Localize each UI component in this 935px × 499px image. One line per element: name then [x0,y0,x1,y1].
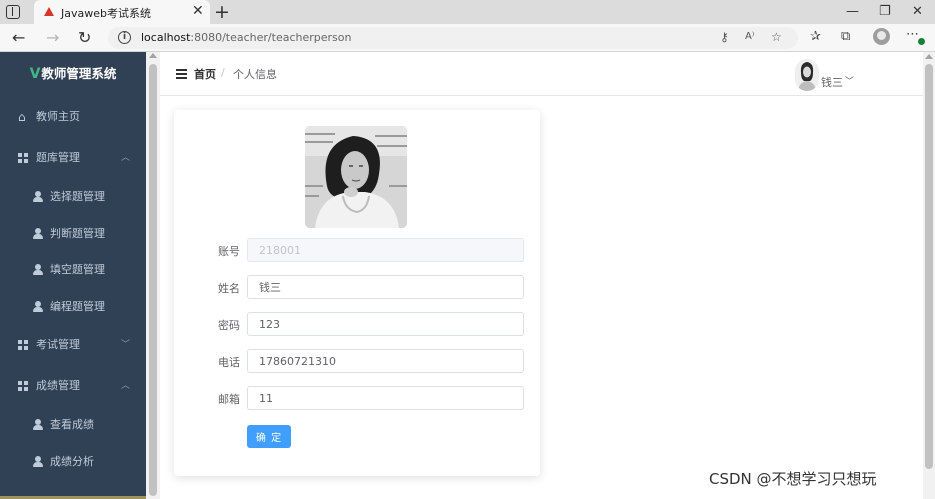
phone-label: 电话 [218,356,240,369]
favorite-star-icon[interactable]: ☆ [771,30,782,44]
sidebar-item-choice-questions[interactable]: 选择题管理 [0,179,146,215]
minimize-button[interactable]: — [846,2,859,22]
scroll-up-arrow-icon[interactable] [149,53,157,58]
sidebar-item-programming-questions[interactable]: 编程题管理 [0,289,146,325]
browser-tabstrip: Javaweb考试系统 ✕ + — ❐ ✕ [0,0,935,24]
breadcrumb-current: 个人信息 [233,68,277,81]
maximize-button[interactable]: ❐ [879,2,891,22]
sidebar-item-label: 教师主页 [36,110,80,123]
sidebar: V教师管理系统 ⌂ 教师主页 题库管理 ︿ 选择题管理 判断题管理 填空题管理 … [0,52,146,499]
browser-tab[interactable]: Javaweb考试系统 ✕ [34,0,210,24]
address-bar: ← → ↻ i localhost:8080/teacher/teacherpe… [0,24,935,52]
watermark: CSDN @不想学习只想玩 [709,470,877,488]
chevron-up-icon: ︿ [121,381,131,391]
avatar[interactable] [795,59,819,91]
window-menu-icon[interactable] [6,5,20,19]
main-content: 首页 / 个人信息 钱三 ﹀ 账号 218001 姓名 钱三 密码 123 电话… [160,52,923,499]
email-label: 邮箱 [218,393,240,406]
sidebar-item-label: 成绩分析 [50,455,94,468]
brand-title: 教师管理系统 [41,66,117,81]
sidebar-item-label: 填空题管理 [50,263,105,276]
phone-field[interactable] [247,349,524,373]
profile-card: 账号 姓名 密码 电话 邮箱 确 定 [174,110,540,476]
info-icon[interactable]: i [118,31,131,44]
hamburger-icon[interactable] [176,69,187,79]
scroll-up-arrow-icon[interactable] [925,54,933,59]
favorites-icon[interactable]: ✰ [810,29,821,44]
sidebar-item-label: 编程题管理 [50,300,105,313]
password-field[interactable] [247,312,524,336]
chevron-up-icon: ︿ [121,153,131,163]
favicon-icon [44,7,54,16]
name-field[interactable] [247,275,524,299]
sidebar-item-teacher-home[interactable]: ⌂ 教师主页 [0,99,146,135]
name-label: 姓名 [218,282,240,295]
close-window-button[interactable]: ✕ [912,2,923,22]
grid-icon [18,153,28,163]
chevron-down-icon: ﹀ [121,340,131,350]
account-field [247,238,524,262]
url-input[interactable]: i localhost:8080/teacher/teacherperson ⚷… [108,27,798,49]
sidebar-scrollbar[interactable] [146,52,160,499]
scrollbar-thumb[interactable] [149,64,157,496]
user-icon [33,419,43,431]
grid-icon [18,381,28,391]
sidebar-item-label: 查看成绩 [50,418,94,431]
url-text: localhost:8080/teacher/teacherperson [141,31,352,44]
page-scrollbar[interactable] [923,52,935,499]
new-tab-button[interactable]: + [214,0,230,24]
app-root: V教师管理系统 ⌂ 教师主页 题库管理 ︿ 选择题管理 判断题管理 填空题管理 … [0,52,935,499]
sidebar-item-label: 成绩管理 [36,379,80,392]
confirm-button[interactable]: 确 定 [247,425,291,448]
user-icon [33,264,43,276]
user-icon [33,456,43,468]
tab-close-icon[interactable]: ✕ [192,3,204,19]
sidebar-item-label: 选择题管理 [50,190,105,203]
vue-logo-icon: V [29,66,41,82]
key-icon[interactable]: ⚷ [720,30,729,44]
extension-badge-icon [918,38,925,45]
collections-icon[interactable]: ⧉ [841,29,850,44]
sidebar-item-label: 考试管理 [36,338,80,351]
user-name[interactable]: 钱三 [821,74,843,90]
sidebar-brand[interactable]: V教师管理系统 [0,60,146,88]
user-icon [33,228,43,240]
sidebar-item-label: 判断题管理 [50,227,105,240]
sidebar-item-view-scores[interactable]: 查看成绩 [0,407,146,443]
email-field[interactable] [247,386,524,410]
forward-icon[interactable]: → [46,27,59,49]
read-aloud-icon[interactable]: A⁾ [745,31,754,42]
password-label: 密码 [218,319,240,332]
chevron-down-icon[interactable]: ﹀ [845,74,854,87]
tab-title: Javaweb考试系统 [61,7,151,20]
profile-avatar[interactable] [873,28,890,45]
sidebar-group-exam-management[interactable]: 考试管理 ﹀ [0,327,146,363]
breadcrumb-home[interactable]: 首页 [194,66,216,82]
sidebar-group-question-bank[interactable]: 题库管理 ︿ [0,140,146,176]
breadcrumb-separator: / [221,66,225,79]
sidebar-item-judge-questions[interactable]: 判断题管理 [0,216,146,252]
sidebar-item-score-analysis[interactable]: 成绩分析 [0,444,146,480]
more-menu-icon[interactable]: ⋯ [906,27,919,42]
refresh-icon[interactable]: ↻ [78,27,91,49]
user-icon [33,301,43,313]
account-label: 账号 [218,245,240,258]
profile-photo[interactable] [305,126,407,228]
top-navbar: 首页 / 个人信息 钱三 ﹀ [160,52,923,96]
scrollbar-thumb[interactable] [925,64,933,469]
sidebar-item-label: 题库管理 [36,151,80,164]
user-icon [33,191,43,203]
home-icon: ⌂ [18,110,26,124]
sidebar-group-score-management[interactable]: 成绩管理 ︿ [0,368,146,404]
sidebar-item-fill-questions[interactable]: 填空题管理 [0,252,146,288]
back-icon[interactable]: ← [12,27,25,49]
grid-icon [18,340,28,350]
